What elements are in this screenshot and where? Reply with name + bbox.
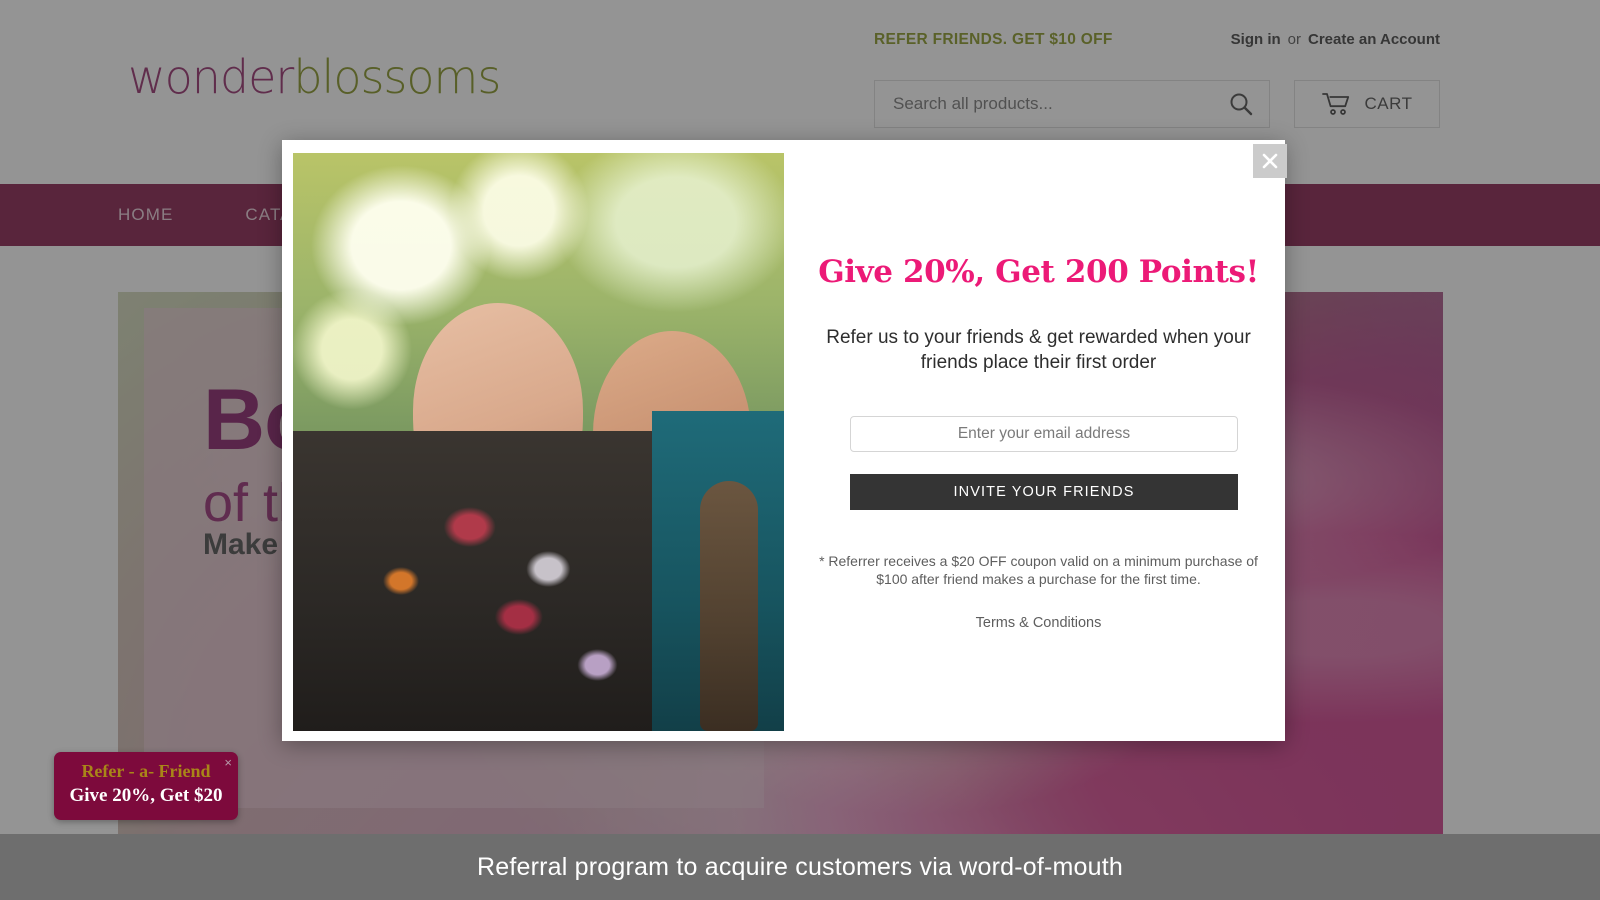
widget-subtitle: Give 20%, Get $20 — [69, 785, 223, 806]
photo-figures-clothing — [293, 411, 784, 731]
referral-email-input[interactable] — [850, 416, 1238, 452]
close-icon — [1262, 153, 1278, 169]
referral-subheading: Refer us to your friends & get rewarded … — [826, 327, 1251, 374]
caption-text: Referral program to acquire customers vi… — [477, 852, 1123, 881]
photo-figure-right-braid — [700, 481, 758, 731]
page-root: wonderblossoms REFER FRIENDS. GET $10 OF… — [0, 0, 1600, 900]
widget-close-icon[interactable]: × — [224, 755, 232, 770]
referral-modal: Give 20%, Get 200 Points! Refer us to yo… — [282, 140, 1287, 741]
widget-title: Refer - a- Friend — [81, 761, 211, 781]
modal-close-button[interactable] — [1253, 144, 1287, 178]
referral-fine-print: * Referrer receives a $20 OFF coupon val… — [819, 553, 1258, 588]
refer-a-friend-widget[interactable]: Refer - a- Friend Give 20%, Get $20 × — [54, 752, 238, 820]
referral-modal-photo — [293, 153, 784, 731]
invite-friends-button[interactable]: INVITE YOUR FRIENDS — [850, 474, 1238, 510]
referral-modal-content: Give 20%, Get 200 Points! Refer us to yo… — [792, 140, 1285, 741]
terms-and-conditions-link[interactable]: Terms & Conditions — [792, 615, 1285, 631]
referral-heading: Give 20%, Get 200 Points! — [818, 254, 1259, 290]
caption-bar: Referral program to acquire customers vi… — [0, 834, 1600, 900]
